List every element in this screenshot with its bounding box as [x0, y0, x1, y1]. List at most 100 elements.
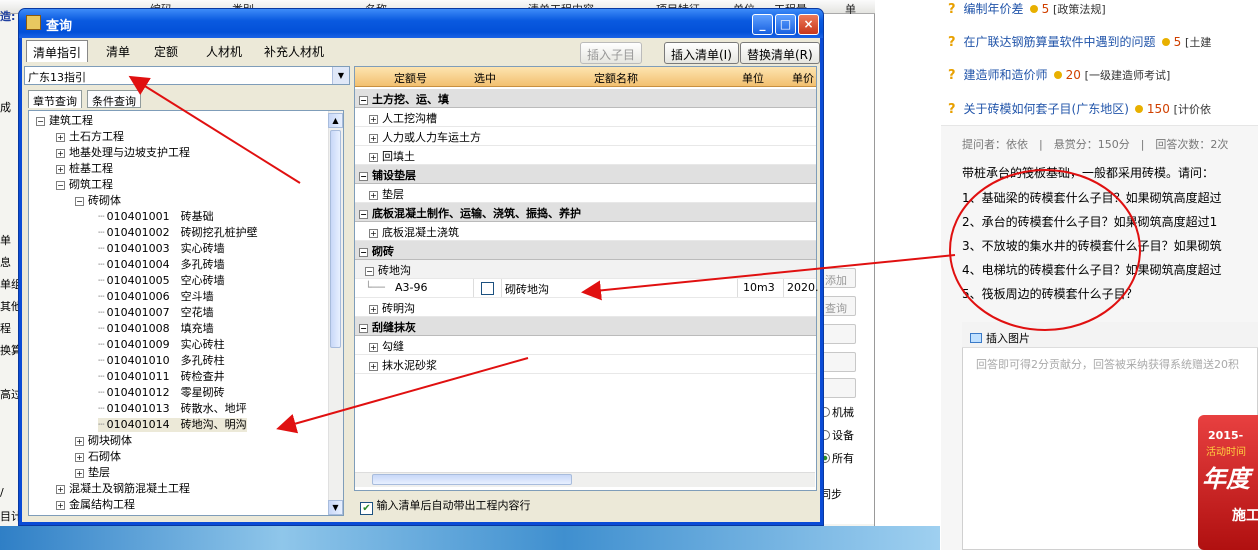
tab-quota[interactable]: 定额	[148, 40, 184, 62]
grid-group-row[interactable]: − 底板混凝土制作、运输、浇筑、振捣、养护	[355, 203, 816, 222]
tree-node[interactable]: ┄ 010401005 空心砖墙	[98, 274, 225, 288]
expand-icon[interactable]: +	[75, 453, 84, 462]
tree-node[interactable]: ┄ 010401014 砖地沟、明沟	[98, 418, 247, 432]
ad-banner[interactable]: 2015- 活动时间 年度 施工	[1198, 415, 1258, 550]
grid-subgroup-row[interactable]: + 人工挖沟槽	[355, 108, 816, 127]
bg-blank-button[interactable]	[820, 378, 856, 398]
expand-icon[interactable]: +	[369, 134, 378, 143]
expand-icon[interactable]: +	[56, 133, 65, 142]
tree-node[interactable]: + 金属结构工程	[56, 498, 135, 512]
bg-add-button[interactable]: 添加	[820, 268, 856, 288]
collapse-icon[interactable]: −	[359, 172, 368, 181]
expand-icon[interactable]: +	[56, 501, 65, 510]
expand-icon[interactable]: +	[369, 362, 378, 371]
maximize-button[interactable]: □	[775, 14, 796, 35]
dialog-titlebar[interactable]	[19, 9, 823, 38]
col-price[interactable]: 单价	[792, 70, 814, 86]
col-unit[interactable]: 单位	[742, 70, 764, 86]
grid-subgroup-row[interactable]: + 砖明沟	[355, 298, 816, 317]
tree-node[interactable]: ┄ 010401004 多孔砖墙	[98, 258, 225, 272]
tree-node[interactable]: ┄ 010401013 砖散水、地坪	[98, 402, 247, 416]
tree-node[interactable]: ┄ 010401003 实心砖墙	[98, 242, 225, 256]
expand-icon[interactable]: +	[369, 343, 378, 352]
expand-icon[interactable]: +	[369, 115, 378, 124]
expand-icon[interactable]: +	[56, 485, 65, 494]
tab-condition-query[interactable]: 条件查询	[87, 90, 141, 108]
tree-node[interactable]: + 地基处理与边坡支护工程	[56, 146, 190, 160]
tree-node[interactable]: − 建筑工程	[36, 114, 93, 128]
expand-icon[interactable]: +	[56, 165, 65, 174]
collapse-icon[interactable]: −	[359, 248, 368, 257]
grid-subgroup-row[interactable]: + 回填土	[355, 146, 816, 165]
tree-node[interactable]: + 混凝土及钢筋混凝土工程	[56, 482, 190, 496]
category-tag[interactable]: [土建	[1185, 36, 1211, 49]
tab-chapter-query[interactable]: 章节查询	[28, 90, 82, 108]
question-link[interactable]: ? 建造师和造价师 20 [一级建造师考试]	[948, 66, 1170, 83]
grid-group-row[interactable]: − 砌砖	[355, 241, 816, 260]
grid-subgroup-row[interactable]: − 砖地沟	[355, 260, 816, 279]
replace-list-button[interactable]: 替换清单(R)	[740, 42, 820, 64]
collapse-icon[interactable]: −	[359, 210, 368, 219]
expand-icon[interactable]: +	[369, 191, 378, 200]
grid-subgroup-row[interactable]: + 底板混凝土浇筑	[355, 222, 816, 241]
grid-group-row[interactable]: − 铺设垫层	[355, 165, 816, 184]
col-selected[interactable]: 选中	[474, 70, 496, 86]
category-tag[interactable]: [计价依	[1174, 103, 1211, 116]
minimize-button[interactable]: _	[752, 14, 773, 35]
question-link[interactable]: ? 关于砖模如何套子目(广东地区) 150 [计价依	[948, 100, 1211, 117]
collapse-icon[interactable]: −	[75, 197, 84, 206]
tree-node[interactable]: ┄ 010401006 空斗墙	[98, 290, 214, 304]
tree-node[interactable]: ┄ 010401012 零星砌砖	[98, 386, 225, 400]
expand-icon[interactable]: +	[369, 153, 378, 162]
tree-node[interactable]: + 垫层	[75, 466, 110, 480]
grid-item-row[interactable]: └── A3-96 砌砖地沟 10m3 2020.	[355, 279, 819, 298]
bg-blank-button[interactable]	[820, 324, 856, 344]
collapse-icon[interactable]: −	[359, 324, 368, 333]
chevron-down-icon[interactable]: ▼	[332, 67, 349, 84]
tree-node[interactable]: ┄ 010401009 实心砖柱	[98, 338, 225, 352]
tree-node[interactable]: ┄ 010401011 砖检查井	[98, 370, 225, 384]
tab-list[interactable]: 清单	[100, 40, 136, 62]
radio-all[interactable]: 所有	[820, 450, 854, 466]
collapse-icon[interactable]: −	[365, 267, 374, 276]
col-quota-code[interactable]: 定额号	[394, 70, 427, 86]
tree-node[interactable]: ┄ 010401002 砖砌挖孔桩护壁	[98, 226, 258, 240]
expand-icon[interactable]: +	[369, 229, 378, 238]
radio-machine[interactable]: 机械	[820, 404, 854, 420]
question-title[interactable]: 建造师和造价师	[964, 68, 1048, 82]
tab-list-guide[interactable]: 清单指引	[26, 40, 89, 62]
question-title[interactable]: 在广联达钢筋算量软件中遇到的问题	[964, 35, 1156, 49]
insert-image-button[interactable]: 插入图片	[970, 330, 1030, 346]
tab-supplementary[interactable]: 补充人材机	[258, 40, 330, 62]
tab-labor-material-machine[interactable]: 人材机	[200, 40, 248, 62]
expand-icon[interactable]: +	[56, 149, 65, 158]
hscroll-thumb[interactable]	[372, 474, 572, 485]
question-link[interactable]: ? 在广联达钢筋算量软件中遇到的问题 5 [土建	[948, 33, 1211, 50]
close-button[interactable]: ×	[798, 14, 819, 35]
bg-blank-button[interactable]	[820, 352, 856, 372]
radio-equipment[interactable]: 设备	[820, 427, 854, 443]
collapse-icon[interactable]: −	[36, 117, 45, 126]
grid-subgroup-row[interactable]: + 垫层	[355, 184, 816, 203]
grid-subgroup-row[interactable]: + 人力或人力车运土方	[355, 127, 816, 146]
question-title[interactable]: 关于砖模如何套子目(广东地区)	[964, 102, 1129, 116]
tree-node[interactable]: ┄ 010401010 多孔砖柱	[98, 354, 225, 368]
expand-icon[interactable]: +	[369, 305, 378, 314]
collapse-icon[interactable]: −	[359, 96, 368, 105]
grid-group-row[interactable]: − 刮缝抹灰	[355, 317, 816, 336]
tree-node[interactable]: − 砌筑工程	[56, 178, 113, 192]
tree-node[interactable]: + 砌块砌体	[75, 434, 132, 448]
scroll-thumb[interactable]	[330, 130, 341, 348]
tree-node[interactable]: ┄ 010401001 砖基础	[98, 210, 214, 224]
scroll-down-icon[interactable]: ▼	[328, 500, 343, 515]
question-link[interactable]: ? 编制年价差 5 [政策法规]	[948, 0, 1106, 17]
grid-group-row[interactable]: − 土方挖、运、填	[355, 89, 816, 108]
guide-select[interactable]: 广东13指引	[24, 66, 350, 85]
bg-query-button[interactable]: 查询	[820, 296, 856, 316]
tree-node[interactable]: ┄ 010401007 空花墙	[98, 306, 214, 320]
tree-node[interactable]: + 桩基工程	[56, 162, 113, 176]
category-tag[interactable]: [政策法规]	[1053, 3, 1106, 16]
category-tag[interactable]: [一级建造师考试]	[1085, 69, 1171, 82]
grid-subgroup-row[interactable]: + 抹水泥砂浆	[355, 355, 816, 374]
col-quota-name[interactable]: 定额名称	[594, 70, 638, 86]
